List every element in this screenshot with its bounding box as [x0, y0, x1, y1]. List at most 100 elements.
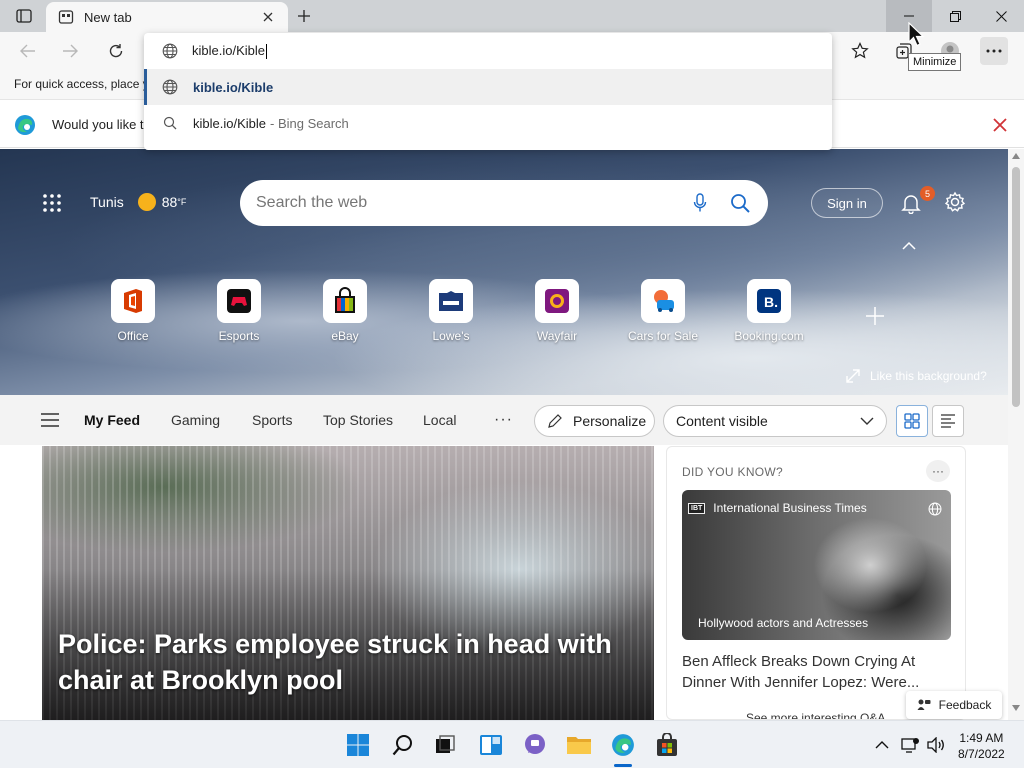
taskbar-search-button[interactable]	[389, 731, 417, 759]
address-bar-text[interactable]: kible.io/Kible	[192, 42, 267, 60]
active-app-indicator	[614, 764, 632, 767]
quick-link-label: eBay	[331, 329, 359, 343]
scroll-up-icon[interactable]	[1012, 153, 1020, 159]
address-bar-value: kible.io/Kible	[192, 42, 265, 58]
store-bag-icon	[657, 733, 677, 756]
globe-icon	[162, 79, 178, 95]
browser-tab[interactable]: New tab	[46, 2, 288, 32]
svg-text:B.: B.	[764, 294, 778, 310]
feed-tab-gaming[interactable]: Gaming	[171, 412, 220, 428]
feedback-button[interactable]: Feedback	[906, 691, 1002, 719]
restore-button[interactable]	[932, 0, 978, 32]
chevron-up-icon[interactable]	[900, 239, 918, 253]
network-status-button[interactable]	[900, 735, 920, 755]
settings-and-more-button[interactable]	[980, 37, 1008, 65]
show-hidden-icons-button[interactable]	[872, 735, 892, 755]
search-placeholder: Search the web	[256, 194, 368, 211]
gear-icon[interactable]	[944, 191, 966, 213]
info-bar-close-icon[interactable]	[990, 115, 1010, 135]
feed-tab-my-feed[interactable]: My Feed	[84, 412, 140, 428]
suggestion-text: kible.io/Kible	[193, 79, 274, 95]
quick-link-ebay[interactable]: eBay	[301, 279, 389, 343]
list-view-button[interactable]	[932, 405, 964, 437]
card-image[interactable]: IBT International Business Times Hollywo…	[682, 490, 951, 640]
refresh-button[interactable]	[102, 37, 130, 65]
quick-link-wayfair[interactable]: Wayfair	[513, 279, 601, 343]
quick-link-lowes[interactable]: Lowe's	[407, 279, 495, 343]
file-explorer-button[interactable]	[565, 731, 593, 759]
grid-view-button[interactable]	[896, 405, 928, 437]
top-story-headline[interactable]: Police: Parks employee struck in head wi…	[58, 626, 638, 698]
image-caption: Hollywood actors and Actresses	[698, 616, 869, 630]
notifications-bell-icon[interactable]	[900, 192, 922, 214]
top-story-card[interactable]: Police: Parks employee struck in head wi…	[42, 446, 654, 720]
tab-close-button[interactable]	[260, 9, 276, 25]
web-search-box[interactable]: Search the web	[240, 180, 768, 226]
suggestion-search[interactable]: kible.io/Kible - Bing Search	[144, 105, 832, 141]
like-background-label: Like this background?	[870, 369, 987, 383]
favorites-button[interactable]	[846, 37, 874, 65]
microphone-icon[interactable]	[688, 191, 712, 215]
teams-chat-button[interactable]	[521, 731, 549, 759]
feed-tab-local[interactable]: Local	[423, 412, 456, 428]
quick-link-label: Lowe's	[432, 329, 470, 343]
more-feed-tabs-button[interactable]: ···	[494, 411, 513, 429]
system-clock[interactable]: 1:49 AM 8/7/2022	[958, 730, 1005, 762]
start-button[interactable]	[344, 731, 372, 759]
minimize-tooltip: Minimize	[908, 53, 962, 71]
content-visibility-dropdown[interactable]: Content visible	[663, 405, 887, 437]
title-bar: New tab	[0, 0, 1024, 32]
card-more-options-button[interactable]: ···	[926, 460, 950, 482]
card-title[interactable]: Ben Affleck Breaks Down Crying At Dinner…	[682, 651, 952, 693]
tab-title: New tab	[84, 9, 132, 25]
back-button[interactable]	[14, 37, 42, 65]
feedback-icon	[917, 698, 931, 712]
sun-icon	[137, 193, 156, 211]
widgets-button[interactable]	[477, 731, 505, 759]
see-more-link[interactable]: See more interesting Q&A	[746, 711, 885, 719]
feed-tab-sports[interactable]: Sports	[252, 412, 292, 428]
forward-button[interactable]	[56, 37, 84, 65]
did-you-know-card[interactable]: DID YOU KNOW? ··· IBT International Busi…	[666, 446, 966, 720]
apps-grid-icon[interactable]	[42, 193, 62, 213]
page-scrollbar[interactable]	[1008, 149, 1024, 720]
volume-button[interactable]	[926, 735, 946, 755]
suggestion-text: kible.io/Kible	[193, 115, 266, 131]
sign-in-button[interactable]: Sign in	[811, 188, 883, 218]
forward-arrow-icon	[63, 44, 78, 58]
feed-tab-top-stories[interactable]: Top Stories	[323, 412, 393, 428]
edge-taskbar-button[interactable]	[609, 731, 637, 759]
address-bar[interactable]: kible.io/Kible	[144, 33, 832, 69]
feedback-label: Feedback	[938, 698, 992, 712]
search-icon[interactable]	[728, 191, 752, 215]
pencil-icon	[547, 413, 563, 429]
wayfair-icon	[535, 279, 579, 323]
network-icon	[901, 738, 919, 753]
quick-link-esports[interactable]: Esports	[195, 279, 283, 343]
quick-link-label: Booking.com	[734, 329, 804, 343]
like-background-link[interactable]: Like this background?	[846, 369, 987, 383]
card-kicker: DID YOU KNOW?	[682, 465, 784, 479]
suggestion-url[interactable]: kible.io/Kible	[144, 69, 832, 105]
plus-icon	[298, 10, 310, 22]
search-icon	[392, 735, 412, 756]
quick-link-booking[interactable]: B. Booking.com	[725, 279, 813, 343]
feed-navigation: My Feed Gaming Sports Top Stories Local …	[0, 395, 1008, 445]
scroll-down-icon[interactable]	[1012, 705, 1020, 711]
quick-link-label: Esports	[218, 329, 260, 343]
booking-icon: B.	[747, 279, 791, 323]
personalize-button[interactable]: Personalize	[534, 405, 655, 437]
task-view-button[interactable]	[431, 731, 459, 759]
personalize-label: Personalize	[573, 413, 647, 429]
window-close-button[interactable]	[978, 0, 1024, 32]
weather-widget[interactable]: Tunis 88 °F	[90, 193, 186, 211]
info-bar-message: Would you like t	[52, 117, 144, 132]
tab-actions-button[interactable]	[10, 6, 38, 26]
add-quick-link-icon[interactable]	[864, 305, 886, 327]
new-tab-button[interactable]	[292, 6, 316, 26]
quick-link-cars-for-sale[interactable]: Cars for Sale	[619, 279, 707, 343]
scrollbar-thumb[interactable]	[1012, 167, 1020, 407]
hamburger-menu-icon[interactable]	[40, 413, 60, 427]
microsoft-store-button[interactable]	[653, 731, 681, 759]
quick-link-office[interactable]: Office	[89, 279, 177, 343]
